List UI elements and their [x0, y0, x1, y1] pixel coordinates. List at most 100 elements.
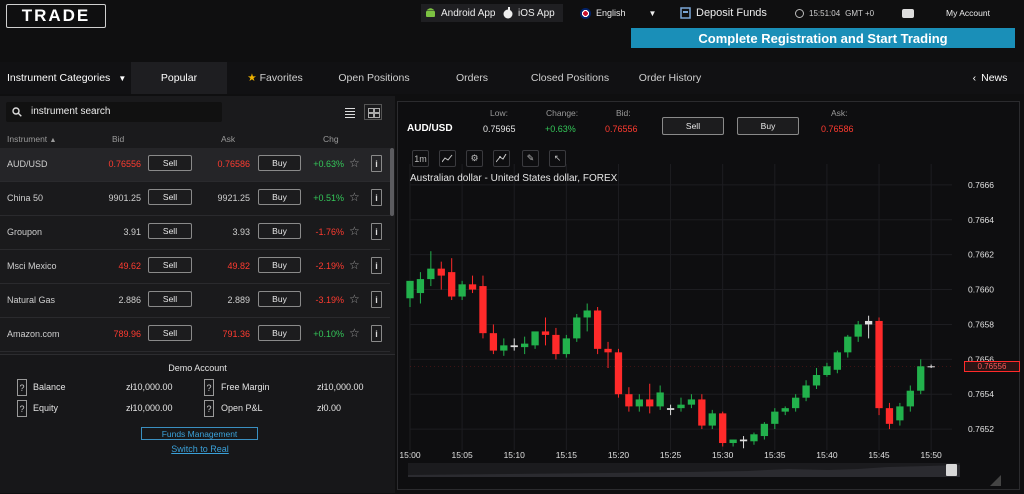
sell-button[interactable]: Sell: [148, 189, 192, 205]
buy-button[interactable]: Buy: [258, 189, 301, 205]
sell-button[interactable]: Sell: [148, 291, 192, 307]
candle-body: [448, 272, 456, 297]
candle-body: [521, 343, 529, 348]
help-icon[interactable]: ?: [17, 379, 27, 396]
y-tick-label: 0.7660: [968, 285, 994, 295]
candle: [427, 251, 435, 287]
y-tick-label: 0.7658: [968, 319, 994, 329]
info-icon[interactable]: i: [371, 155, 382, 172]
info-icon[interactable]: i: [371, 257, 382, 274]
tab-order-history[interactable]: Order History: [630, 62, 710, 94]
candle-body: [531, 331, 539, 346]
col-instrument-header[interactable]: Instrument ▲: [7, 134, 56, 144]
favorite-star-icon[interactable]: ☆: [349, 258, 360, 272]
instrument-name: AUD/USD: [7, 159, 48, 169]
list-view-icon[interactable]: [342, 106, 358, 120]
chat-icon[interactable]: [902, 9, 914, 18]
buy-button[interactable]: Buy: [258, 325, 301, 341]
candle-body: [500, 345, 508, 351]
ask-price: 2.889: [227, 295, 250, 305]
navigator-handle[interactable]: [946, 464, 957, 476]
android-app-button[interactable]: Android App: [421, 4, 503, 22]
favorite-star-icon[interactable]: ☆: [349, 190, 360, 204]
instrument-row[interactable]: Groupon 3.91 Sell 3.93 Buy -1.76% ☆ i: [0, 216, 390, 250]
my-account-menu[interactable]: My Account: [946, 4, 1016, 22]
ask-price: 791.36: [222, 329, 250, 339]
tab-orders[interactable]: Orders: [436, 62, 508, 94]
info-icon[interactable]: i: [371, 325, 382, 342]
resize-handle-icon[interactable]: [990, 475, 1001, 486]
col-ask-header[interactable]: Ask: [221, 134, 235, 144]
info-icon[interactable]: i: [371, 223, 382, 240]
grid-view-icon[interactable]: [364, 104, 382, 120]
instrument-name: Groupon: [7, 227, 43, 237]
sell-button[interactable]: Sell: [148, 257, 192, 273]
help-icon[interactable]: ?: [204, 400, 214, 417]
instrument-row[interactable]: Natural Gas 2.886 Sell 2.889 Buy -3.19% …: [0, 284, 390, 318]
tab-favorites[interactable]: ★ Favorites: [232, 62, 318, 94]
candle: [760, 422, 769, 440]
col-instrument-label: Instrument: [7, 134, 48, 144]
candle-body: [719, 413, 727, 444]
col-chg-header[interactable]: Chg: [323, 134, 339, 144]
chart-navigator[interactable]: [408, 463, 960, 477]
price-chart[interactable]: 0.76660.76640.76620.76600.76580.76560.76…: [398, 102, 1019, 489]
candle: [750, 432, 758, 445]
instrument-row[interactable]: AUD/USD 0.76556 Sell 0.76586 Buy +0.63% …: [0, 148, 390, 182]
complete-registration-button[interactable]: Complete Registration and Start Trading: [631, 28, 1015, 48]
tab-closed-positions[interactable]: Closed Positions: [524, 62, 616, 94]
buy-button[interactable]: Buy: [258, 223, 301, 239]
candle-body: [604, 348, 612, 353]
instrument-row[interactable]: Amazon.com 789.96 Sell 791.36 Buy +0.10%…: [0, 318, 390, 352]
candle: [458, 280, 466, 301]
instrument-row[interactable]: Msci Mexico 49.62 Sell 49.82 Buy -2.19% …: [0, 250, 390, 284]
sell-button[interactable]: Sell: [148, 223, 192, 239]
favorite-star-icon[interactable]: ☆: [349, 156, 360, 170]
sell-button[interactable]: Sell: [148, 325, 192, 341]
favorite-star-icon[interactable]: ☆: [349, 224, 360, 238]
tab-popular[interactable]: Popular: [131, 62, 227, 94]
open-pnl-label: Open P&L: [221, 403, 263, 413]
funds-management-button[interactable]: Funds Management: [141, 427, 258, 440]
sell-button[interactable]: Sell: [148, 155, 192, 171]
candle: [448, 258, 456, 301]
candle-body: [677, 404, 685, 409]
instrument-row[interactable]: China 50 9901.25 Sell 9921.25 Buy +0.51%…: [0, 182, 390, 216]
my-account-label: My Account: [946, 8, 990, 18]
news-button[interactable]: ‹ News: [960, 62, 1020, 94]
list-scrollbar[interactable]: [390, 148, 394, 216]
col-bid-header[interactable]: Bid: [112, 134, 124, 144]
logo-text: TRADE: [21, 6, 91, 25]
instrument-categories-dropdown[interactable]: Instrument Categories ▼: [0, 62, 130, 94]
candle: [583, 303, 591, 332]
star-icon: ★: [247, 72, 257, 84]
buy-button[interactable]: Buy: [258, 155, 301, 171]
candle: [614, 348, 623, 398]
candle-body: [437, 268, 445, 276]
deposit-funds-button[interactable]: Deposit Funds: [680, 4, 772, 22]
favorite-star-icon[interactable]: ☆: [349, 326, 360, 340]
logo[interactable]: TRADE: [6, 4, 106, 28]
switch-to-real-link[interactable]: Switch to Real: [0, 444, 400, 454]
favorite-star-icon[interactable]: ☆: [349, 292, 360, 306]
language-select[interactable]: English ▼: [580, 4, 660, 22]
navigator-area: [408, 465, 960, 477]
candle: [719, 411, 727, 447]
info-icon[interactable]: i: [371, 291, 382, 308]
tab-open-positions[interactable]: Open Positions: [328, 62, 420, 94]
buy-button[interactable]: Buy: [258, 257, 301, 273]
y-tick-label: 0.7654: [968, 389, 994, 399]
candle-body: [541, 331, 550, 335]
open-pnl-value: zł0.00: [317, 403, 342, 413]
clock-time: 15:51:04: [809, 8, 841, 18]
info-icon[interactable]: i: [371, 189, 382, 206]
news-label: News: [981, 72, 1008, 84]
help-icon[interactable]: ?: [204, 379, 214, 396]
search-input[interactable]: instrument search: [6, 102, 222, 122]
candle: [666, 404, 675, 416]
deposit-icon: [680, 7, 691, 19]
chevron-left-icon: ‹: [972, 72, 977, 84]
buy-button[interactable]: Buy: [258, 291, 301, 307]
help-icon[interactable]: ?: [17, 400, 27, 417]
ios-app-button[interactable]: iOS App: [499, 4, 563, 22]
